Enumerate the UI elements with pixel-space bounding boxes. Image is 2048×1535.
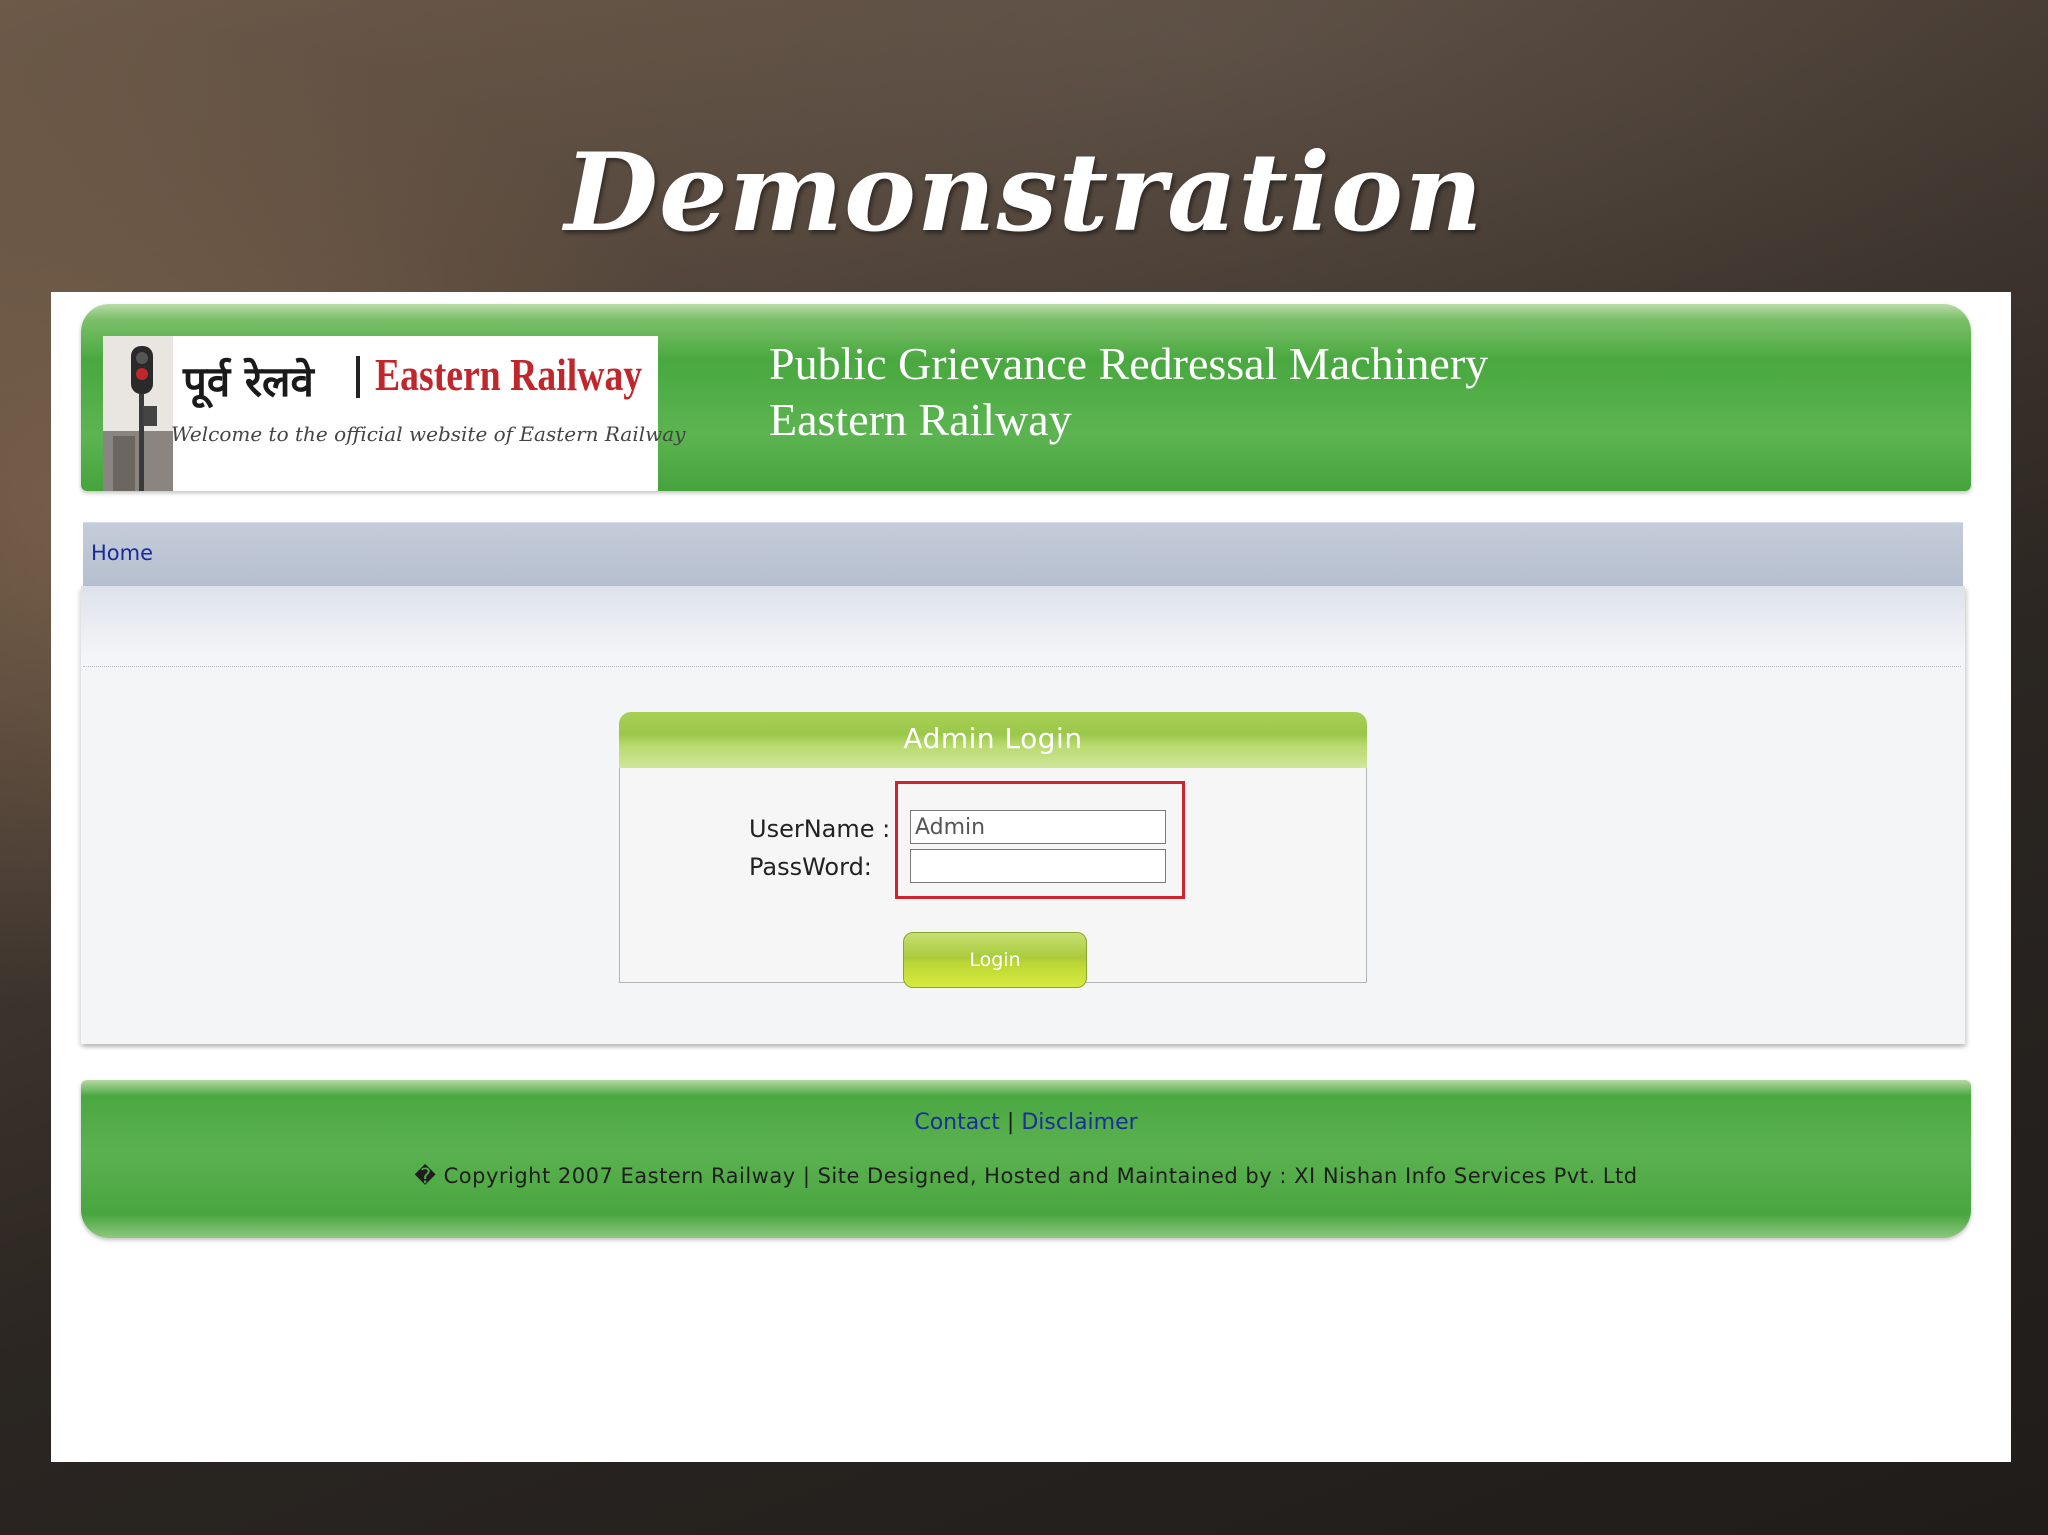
disclaimer-link[interactable]: Disclaimer [1021, 1110, 1137, 1135]
site-title-line-2: Eastern Railway [769, 394, 1072, 445]
admin-login-panel: Admin Login UserName : PassWord: Login [619, 712, 1367, 988]
logo-english-text: Eastern Railway [375, 349, 643, 400]
footer-links: Contact | Disclaimer [81, 1110, 1971, 1135]
slide-title: Demonstration [564, 130, 1484, 256]
eastern-railway-logo: पूर्व रेलवे Eastern Railway Welcome to t… [103, 336, 685, 491]
site-header: पूर्व रेलवे Eastern Railway Welcome to t… [81, 304, 1971, 491]
content-divider [83, 666, 1961, 667]
login-form: UserName : PassWord: Login [619, 768, 1367, 988]
railway-signal-icon [103, 336, 173, 491]
footer-link-separator: | [1006, 1110, 1015, 1135]
username-input[interactable] [910, 810, 1166, 844]
site-title-line-1: Public Grievance Redressal Machinery [769, 338, 1489, 389]
contact-link[interactable]: Contact [914, 1110, 1000, 1135]
logo-separator [356, 356, 360, 398]
site-footer: Contact | Disclaimer � Copyright 2007 Ea… [81, 1080, 1971, 1238]
login-button[interactable]: Login [903, 932, 1087, 988]
login-panel-header: Admin Login [619, 712, 1367, 768]
password-label: PassWord: [749, 853, 872, 881]
logo-tagline: Welcome to the official website of Easte… [171, 422, 686, 446]
copyright-text: � Copyright 2007 Eastern Railway | Site … [414, 1164, 1638, 1188]
nav-home-link[interactable]: Home [91, 541, 153, 565]
nav-bar: Home [83, 522, 1963, 587]
login-title: Admin Login [903, 722, 1083, 755]
site-title: Public Grievance Redressal Machinery Eas… [769, 336, 1488, 448]
username-label: UserName : [749, 815, 891, 843]
website-screenshot: पूर्व रेलवे Eastern Railway Welcome to t… [51, 292, 2011, 1462]
logo-hindi-text: पूर्व रेलवे [183, 357, 314, 406]
password-input[interactable] [910, 849, 1166, 883]
